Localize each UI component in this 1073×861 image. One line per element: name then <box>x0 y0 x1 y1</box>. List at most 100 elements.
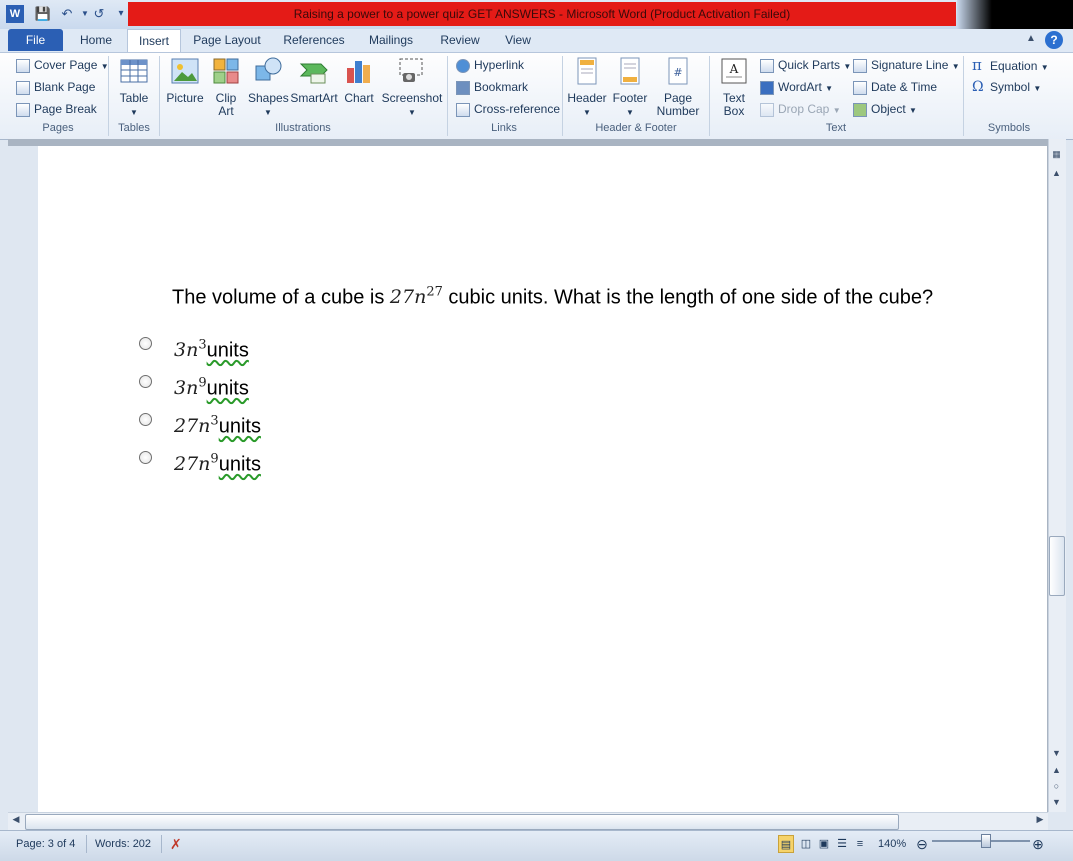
bookmark-button[interactable]: Bookmark <box>456 77 528 97</box>
full-screen-reading-icon[interactable]: ◫ <box>798 835 814 853</box>
print-layout-icon[interactable]: ▤ <box>778 835 794 853</box>
svg-text:A: A <box>729 62 739 76</box>
header-button[interactable]: Header ▼ <box>566 56 608 119</box>
blank-page-button[interactable]: Blank Page <box>16 77 95 97</box>
drop-cap-icon <box>760 102 774 117</box>
page-number-icon: # <box>668 57 688 85</box>
object-icon <box>853 102 867 117</box>
tab-page-layout[interactable]: Page Layout <box>188 29 266 51</box>
option-radio-1[interactable] <box>139 337 152 350</box>
text-box-icon: A <box>721 58 747 84</box>
cross-reference-button[interactable]: Cross-reference <box>456 99 560 119</box>
zoom-level[interactable]: 140% <box>878 835 906 853</box>
shapes-button[interactable]: Shapes ▼ <box>248 56 289 119</box>
clip-art-icon <box>213 58 239 84</box>
outline-icon[interactable]: ☰ <box>834 835 850 853</box>
status-separator <box>161 835 162 853</box>
word-app-icon[interactable]: W <box>6 5 24 23</box>
wordart-button[interactable]: WordArt ▼ <box>760 77 833 97</box>
word-count[interactable]: Words: 202 <box>95 835 151 853</box>
question-math: 27n27 <box>389 285 443 309</box>
tab-view[interactable]: View <box>496 29 540 51</box>
option-label-1: 3n3units <box>174 338 249 362</box>
svg-text:#: # <box>673 66 682 79</box>
group-label-links: Links <box>491 122 517 134</box>
tab-file[interactable]: File <box>8 29 63 51</box>
proofing-icon[interactable]: ✗ <box>170 835 182 853</box>
group-label-illustrations: Illustrations <box>275 122 331 134</box>
chart-button[interactable]: Chart <box>340 56 378 105</box>
page-count[interactable]: Page: 3 of 4 <box>16 835 75 853</box>
option-label-2: 3n9units <box>174 376 249 400</box>
tab-review[interactable]: Review <box>434 29 486 51</box>
option-radio-4[interactable] <box>139 451 152 464</box>
quick-parts-button[interactable]: Quick Parts ▼ <box>760 55 851 75</box>
horizontal-scroll-thumb[interactable] <box>25 814 899 830</box>
zoom-out-icon[interactable]: ⊖ <box>914 835 930 853</box>
blank-page-icon <box>16 80 30 95</box>
group-label-symbols: Symbols <box>987 122 1031 134</box>
window-title: Raising a power to a power quiz GET ANSW… <box>128 2 956 26</box>
table-icon <box>120 59 148 83</box>
group-label-tables: Tables <box>118 122 150 134</box>
hyperlink-icon <box>456 58 470 73</box>
drop-cap-button[interactable]: Drop Cap ▼ <box>760 99 841 119</box>
select-browse-object-icon[interactable]: ○ <box>1049 778 1064 794</box>
picture-button[interactable]: Picture <box>164 56 206 105</box>
clip-art-button[interactable]: Clip Art <box>208 56 244 118</box>
page-break-button[interactable]: Page Break <box>16 99 97 119</box>
question-text: The volume of a cube is 27n27 cubic unit… <box>172 285 934 309</box>
ruler-toggle-icon[interactable]: ▦ <box>1049 146 1064 162</box>
zoom-in-icon[interactable]: ⊕ <box>1030 835 1046 853</box>
wordart-icon <box>760 80 774 95</box>
option-radio-3[interactable] <box>139 413 152 426</box>
table-button[interactable]: Table ▼ <box>114 56 154 119</box>
calendar-icon <box>853 80 867 95</box>
undo-icon[interactable]: ↶ <box>58 5 76 23</box>
picture-icon <box>171 58 199 84</box>
help-icon[interactable]: ? <box>1045 31 1063 49</box>
draft-icon[interactable]: ≡ <box>852 835 868 853</box>
option-radio-2[interactable] <box>139 375 152 388</box>
screenshot-button[interactable]: Screenshot ▼ <box>380 56 444 119</box>
text-box-button[interactable]: A Text Box <box>714 56 754 118</box>
scroll-right-icon[interactable]: ▶ <box>1034 814 1046 828</box>
tab-mailings[interactable]: Mailings <box>362 29 420 51</box>
vertical-scroll-thumb[interactable] <box>1049 536 1065 596</box>
smartart-icon <box>299 63 328 84</box>
zoom-slider-thumb[interactable] <box>981 834 991 848</box>
hyperlink-button[interactable]: Hyperlink <box>456 55 524 75</box>
document-page[interactable] <box>38 146 1047 812</box>
group-separator <box>562 56 563 136</box>
scroll-up-icon[interactable]: ▲ <box>1049 165 1064 181</box>
web-layout-icon[interactable]: ▣ <box>816 835 832 853</box>
option-label-3: 27n3units <box>174 414 261 438</box>
object-button[interactable]: Object ▼ <box>853 99 917 119</box>
smartart-button[interactable]: SmartArt <box>290 56 338 105</box>
cover-page-icon <box>16 58 30 73</box>
cross-reference-icon <box>456 102 470 117</box>
tab-references[interactable]: References <box>278 29 350 51</box>
next-page-icon[interactable]: ▼ <box>1049 794 1064 810</box>
page-break-icon <box>16 102 30 117</box>
status-separator <box>86 835 87 853</box>
scroll-down-icon[interactable]: ▼ <box>1049 745 1064 761</box>
redo-icon[interactable]: ↺ <box>90 5 108 23</box>
save-icon[interactable]: 💾 <box>34 5 52 23</box>
previous-page-icon[interactable]: ▲ <box>1049 762 1064 778</box>
page-number-button[interactable]: # Page Number <box>652 56 704 118</box>
screenshot-icon <box>399 58 423 82</box>
bookmark-icon <box>456 80 470 95</box>
cover-page-button[interactable]: Cover Page ▼ <box>16 55 109 75</box>
tab-insert[interactable]: Insert <box>127 29 181 53</box>
scroll-left-icon[interactable]: ◀ <box>10 814 22 828</box>
footer-button[interactable]: Footer ▼ <box>610 56 650 119</box>
chart-icon <box>347 61 370 83</box>
signature-line-button[interactable]: Signature Line ▼ <box>853 55 960 75</box>
equation-button[interactable]: π Equation ▼ <box>972 55 1049 75</box>
minimize-ribbon-icon[interactable]: ▲ <box>1026 33 1038 47</box>
symbol-button[interactable]: Ω Symbol ▼ <box>972 77 1041 97</box>
tab-home[interactable]: Home <box>72 29 120 51</box>
date-time-button[interactable]: Date & Time <box>853 77 937 97</box>
vertical-scrollbar[interactable] <box>1048 139 1066 812</box>
